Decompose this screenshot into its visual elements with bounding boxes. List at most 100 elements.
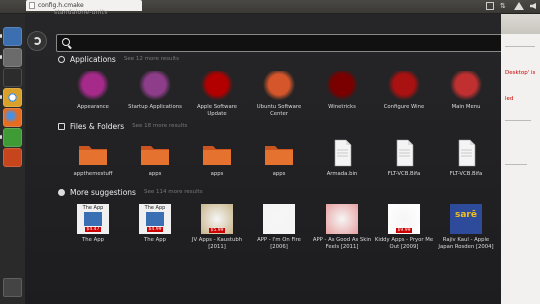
file-item-label: apps — [210, 171, 224, 177]
folder-icon — [139, 138, 171, 168]
cover-art — [84, 212, 102, 226]
running-indicator — [0, 135, 2, 139]
file-item-label: FLT-VCB.Bifa — [387, 171, 421, 177]
suggestion-item[interactable]: The App $4.99 The App — [125, 204, 185, 264]
suggestion-item-label: APP - I'm On Fire [2006] — [257, 237, 301, 250]
app-item[interactable]: Appearance — [63, 71, 123, 131]
suggestion-item[interactable]: APP - I'm On Fire [2006] — [249, 204, 309, 264]
folder-icon — [201, 138, 233, 168]
app-item[interactable]: Configure Wine — [374, 71, 434, 131]
file-item-label: appthemestuff — [73, 171, 113, 177]
background-window[interactable]: Desktop' is led — [501, 14, 540, 304]
the-app-icon: The App $4.99 — [139, 204, 171, 234]
document-icon — [29, 2, 35, 9]
winetricks-icon — [326, 71, 358, 101]
cover-title: The App — [82, 205, 104, 211]
search-icon — [62, 38, 70, 46]
file-item[interactable]: apps — [187, 138, 247, 198]
firefox-icon[interactable] — [3, 108, 22, 127]
applications-title: Applications — [70, 54, 116, 64]
trash-icon[interactable] — [3, 278, 22, 297]
album-cover-icon — [263, 204, 295, 234]
applications-section-header[interactable]: Applications See 12 more results — [58, 54, 179, 64]
app-item[interactable]: Main Menu — [436, 71, 496, 131]
suggestion-item-label: Kiddy Apps - Pryor Me Out [2009] — [374, 237, 434, 250]
text-line — [505, 46, 535, 47]
cover-title: The App — [144, 205, 166, 211]
terminal-icon[interactable] — [3, 68, 22, 87]
ubuntu-software-icon[interactable] — [3, 148, 22, 167]
file-item[interactable]: appthemestuff — [63, 138, 123, 198]
volume-icon[interactable] — [530, 3, 536, 9]
app-item-label: Startup Applications — [128, 104, 182, 110]
app-item-label: Ubuntu Software Center — [256, 104, 302, 117]
suggestion-item-label: Rajiv Kaul - Apple Japan Rosden [2004] — [438, 237, 494, 250]
album-cover-icon: $9.99 — [388, 204, 420, 234]
file-item[interactable]: apps — [125, 138, 185, 198]
the-app-icon: The App $4.47 — [77, 204, 109, 234]
text-line — [505, 164, 527, 165]
suggestion-item[interactable]: sarē Rajiv Kaul - Apple Japan Rosden [200… — [436, 204, 496, 264]
configure-wine-icon — [388, 71, 420, 101]
app-item-label: Apple Software Update — [196, 104, 238, 117]
libreoffice-calc-icon[interactable] — [3, 128, 22, 147]
suggestion-item-label: The App — [144, 237, 166, 243]
keyboard-layout-icon[interactable]: ⇅ — [500, 2, 508, 10]
album-cover-icon: sarē — [450, 204, 482, 234]
cover-title: sarē — [455, 210, 477, 220]
dash-overlay: Applications See 12 more results Files &… — [25, 14, 504, 304]
applications-more[interactable]: See 12 more results — [124, 56, 179, 62]
system-tray: ⇅ — [486, 1, 536, 11]
shopping-bag-icon — [263, 71, 295, 101]
applications-icon — [58, 55, 65, 63]
file-item[interactable]: FLT-VCB.Bifa — [374, 138, 434, 198]
text-line — [505, 120, 531, 121]
folder-icon — [263, 138, 295, 168]
appearance-icon — [77, 71, 109, 101]
search-input[interactable] — [75, 37, 499, 51]
file-item-label: Armada.bin — [326, 171, 358, 177]
suggestion-item[interactable]: APP - As Good As Skin Feels [2011] — [312, 204, 372, 264]
price-tag: $5.99 — [209, 228, 225, 233]
folder-icon — [77, 138, 109, 168]
chrome-icon[interactable] — [3, 88, 22, 107]
search-bar[interactable] — [56, 34, 504, 52]
file-item[interactable]: FLT-VCB.Bifa — [436, 138, 496, 198]
app-item-label: Configure Wine — [383, 104, 425, 110]
suggestion-item[interactable]: The App $4.47 The App — [63, 204, 123, 264]
suggestion-item[interactable]: $9.99 Kiddy Apps - Pryor Me Out [2009] — [374, 204, 434, 264]
files-icon[interactable] — [3, 48, 22, 67]
wine-glass-icon — [201, 71, 233, 101]
suggestion-item-label: The App — [82, 237, 104, 243]
code-text-1: Desktop' is — [505, 70, 536, 76]
network-icon[interactable] — [514, 2, 524, 10]
app-item-label: Appearance — [77, 104, 109, 110]
app-item[interactable]: Startup Applications — [125, 71, 185, 131]
dash-home-icon[interactable] — [3, 27, 22, 46]
file-item[interactable]: apps — [249, 138, 309, 198]
mail-icon[interactable] — [486, 2, 494, 10]
app-item-label: Main Menu — [451, 104, 481, 110]
code-text-2: led — [505, 96, 514, 102]
file-item-label: apps — [272, 171, 286, 177]
ubuntu-logo-icon[interactable] — [27, 31, 47, 51]
app-item[interactable]: Apple Software Update — [187, 71, 247, 131]
file-item-label: apps — [148, 171, 162, 177]
album-cover-icon: $5.99 — [201, 204, 233, 234]
window-tab-title: config.h.cmake — [38, 2, 84, 9]
app-item-label: Winetricks — [328, 104, 356, 110]
price-tag: $4.47 — [85, 227, 101, 232]
app-item[interactable]: Ubuntu Software Center — [249, 71, 309, 131]
text-file-icon — [450, 138, 482, 168]
album-cover-icon — [326, 204, 358, 234]
file-item-label: FLT-VCB.Bifa — [449, 171, 483, 177]
suggestion-item-label: JV Apps - Kaustubh [2011] — [191, 237, 243, 250]
launcher — [0, 14, 26, 304]
file-item[interactable]: Armada.bin — [312, 138, 372, 198]
app-item[interactable]: Winetricks — [312, 71, 372, 131]
suggestion-item[interactable]: $5.99 JV Apps - Kaustubh [2011] — [187, 204, 247, 264]
running-indicator — [0, 95, 2, 99]
suggestion-item-label: APP - As Good As Skin Feels [2011] — [312, 237, 372, 250]
background-window-titlebar[interactable] — [501, 14, 540, 34]
price-tag: $9.99 — [396, 228, 412, 233]
